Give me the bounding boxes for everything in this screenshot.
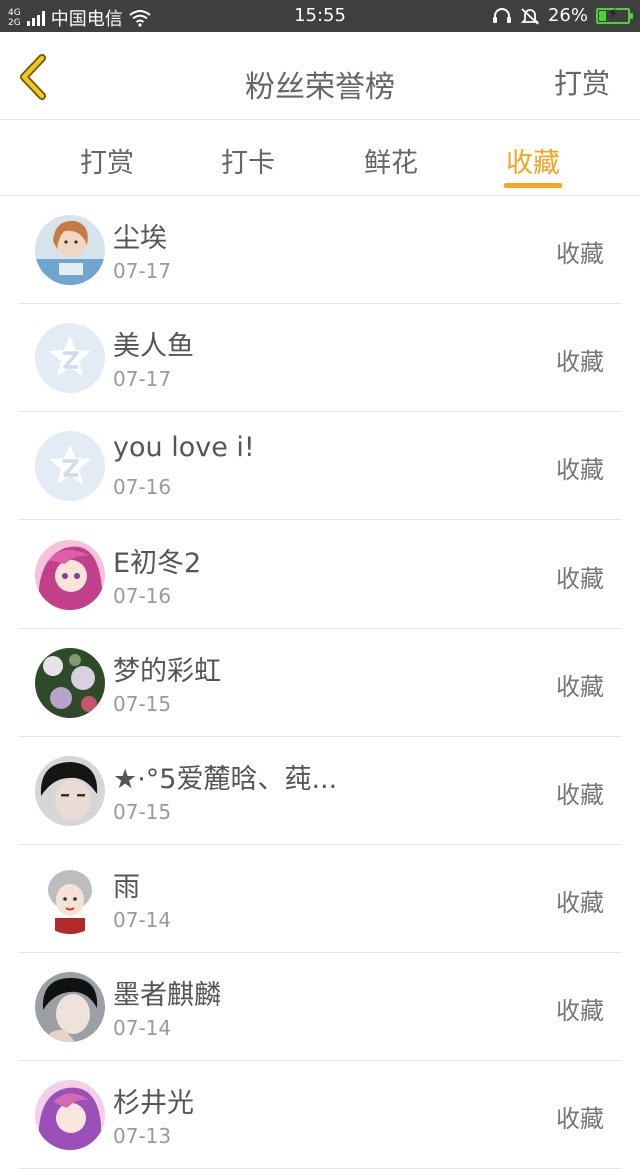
status-right: 26% ⚡ bbox=[492, 5, 633, 26]
status-bar: 4G 2G 中国电信 15:55 26% ⚡ bbox=[0, 0, 640, 32]
list-item[interactable]: 梦的彩虹 07-15 收藏 bbox=[18, 629, 622, 737]
tab-bar: 打赏 打卡 鲜花 收藏 bbox=[0, 121, 640, 196]
list-item[interactable]: 尘埃 07-17 收藏 bbox=[18, 196, 622, 304]
default-avatar-icon bbox=[35, 431, 105, 501]
nav-bar: 粉丝荣誉榜 打赏 bbox=[0, 32, 640, 120]
bell-muted-icon bbox=[520, 7, 540, 25]
item-action: 收藏 bbox=[556, 1105, 604, 1133]
list-item[interactable]: 美人鱼 07-17 收藏 bbox=[18, 304, 622, 412]
headset-icon bbox=[492, 7, 511, 23]
list-item[interactable]: 墨者麒麟 07-14 收藏 bbox=[18, 953, 622, 1061]
battery-percent: 26% bbox=[547, 5, 588, 26]
item-action: 收藏 bbox=[556, 348, 604, 376]
list-item[interactable]: 杉井光 07-13 收藏 bbox=[18, 1061, 622, 1169]
item-action: 收藏 bbox=[556, 240, 604, 268]
item-date: 07-17 bbox=[113, 367, 172, 391]
item-date: 07-17 bbox=[113, 259, 172, 283]
charging-icon: ⚡ bbox=[608, 5, 618, 22]
item-date: 07-16 bbox=[113, 475, 172, 499]
item-date: 07-14 bbox=[113, 1016, 172, 1040]
reward-button[interactable]: 打赏 bbox=[554, 62, 610, 102]
user-name: 梦的彩虹 bbox=[113, 656, 221, 687]
user-avatar bbox=[35, 648, 105, 718]
list-item[interactable]: you love i! 07-16 收藏 bbox=[18, 412, 622, 520]
item-date: 07-13 bbox=[113, 1124, 172, 1148]
item-date: 07-16 bbox=[113, 584, 172, 608]
item-date: 07-15 bbox=[113, 692, 172, 716]
battery-icon: ⚡ bbox=[596, 5, 633, 24]
user-name: 雨 bbox=[113, 872, 140, 903]
tab-checkin[interactable]: 打卡 bbox=[193, 141, 303, 180]
item-action: 收藏 bbox=[556, 565, 604, 593]
user-avatar bbox=[35, 864, 105, 934]
active-tab-indicator bbox=[504, 183, 562, 188]
user-avatar bbox=[35, 540, 105, 610]
user-avatar bbox=[35, 215, 105, 285]
user-name: E初冬2 bbox=[113, 548, 202, 579]
user-name: you love i! bbox=[113, 432, 255, 463]
user-name: 墨者麒麟 bbox=[113, 980, 221, 1011]
item-action: 收藏 bbox=[556, 456, 604, 484]
user-avatar bbox=[35, 756, 105, 826]
user-name: 尘埃 bbox=[113, 223, 167, 254]
user-name: 美人鱼 bbox=[113, 331, 194, 362]
user-avatar bbox=[35, 972, 105, 1042]
item-action: 收藏 bbox=[556, 673, 604, 701]
page-title: 粉丝荣誉榜 bbox=[245, 70, 395, 105]
item-action: 收藏 bbox=[556, 889, 604, 917]
list-item[interactable]: 雨 07-14 收藏 bbox=[18, 845, 622, 953]
default-avatar-icon bbox=[35, 323, 105, 393]
item-action: 收藏 bbox=[556, 781, 604, 809]
list-item[interactable]: E初冬2 07-16 收藏 bbox=[18, 521, 622, 629]
item-date: 07-15 bbox=[113, 800, 172, 824]
item-date: 07-14 bbox=[113, 908, 172, 932]
tab-reward[interactable]: 打赏 bbox=[52, 141, 162, 180]
user-name: ★·°5爱麓晗、莼... bbox=[113, 764, 338, 795]
user-avatar bbox=[35, 1080, 105, 1150]
item-action: 收藏 bbox=[556, 997, 604, 1025]
user-name: 杉井光 bbox=[113, 1088, 194, 1119]
tab-favorites[interactable]: 收藏 bbox=[478, 141, 588, 180]
list-item[interactable]: ★·°5爱麓晗、莼... 07-15 收藏 bbox=[18, 737, 622, 845]
tab-flowers[interactable]: 鲜花 bbox=[336, 141, 446, 180]
